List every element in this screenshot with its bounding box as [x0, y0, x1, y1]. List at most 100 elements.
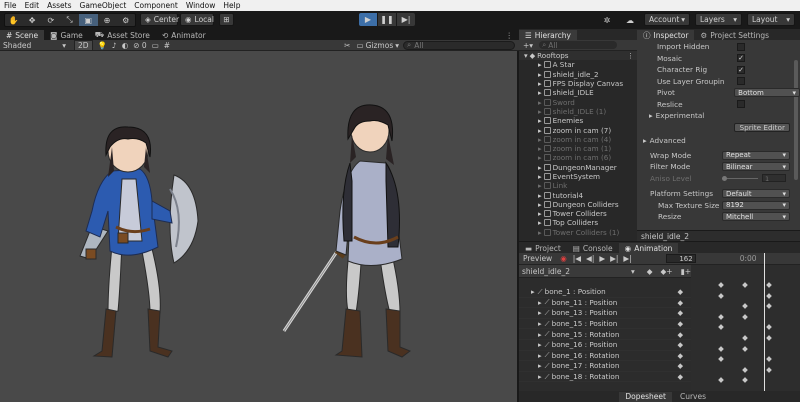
- keyframe-marker[interactable]: [718, 377, 724, 384]
- expand-arrow-icon[interactable]: ▸: [538, 79, 542, 88]
- aniso-slider[interactable]: [722, 175, 758, 181]
- expand-arrow-icon[interactable]: ▸: [538, 88, 542, 97]
- expand-arrow-icon[interactable]: ▸: [538, 60, 542, 69]
- import-setting-checkbox[interactable]: ✓: [737, 65, 745, 74]
- keyframe-marker[interactable]: [766, 282, 772, 288]
- tab-inspector[interactable]: ⓘ Inspector: [637, 30, 695, 40]
- camera-icon[interactable]: ▭: [152, 41, 159, 50]
- audio-icon[interactable]: ♪: [112, 41, 117, 50]
- expand-arrow-icon[interactable]: ▸: [538, 298, 542, 307]
- hierarchy-item[interactable]: ▸ Tower Colliders: [519, 209, 637, 218]
- add-key-icon[interactable]: ◆: [677, 361, 683, 370]
- expand-arrow-icon[interactable]: ▸: [538, 107, 542, 116]
- keyframe-marker[interactable]: [742, 366, 748, 373]
- rotate-tool-icon[interactable]: ⟳: [41, 14, 60, 26]
- expand-arrow-icon[interactable]: ▸: [538, 135, 542, 144]
- add-event-icon[interactable]: ◆+: [661, 267, 673, 276]
- menu-edit[interactable]: Edit: [21, 1, 44, 10]
- expand-arrow-icon[interactable]: ▸: [538, 172, 542, 181]
- step-button[interactable]: ▶|: [397, 13, 415, 26]
- tab-game[interactable]: ◙ Game: [44, 30, 89, 40]
- effects-icon[interactable]: ◐: [122, 41, 129, 50]
- lighting-icon[interactable]: 💡: [98, 41, 107, 50]
- hierarchy-item[interactable]: ▸ Sword: [519, 97, 637, 107]
- keyframe-marker[interactable]: [742, 345, 748, 352]
- expand-arrow-icon[interactable]: ▸: [538, 228, 542, 237]
- experimental-foldout[interactable]: ▸ Experimental: [637, 110, 800, 122]
- hidden-objects-icon[interactable]: ⊘ 0: [133, 41, 146, 50]
- expand-arrow-icon[interactable]: ▸: [538, 98, 542, 107]
- hierarchy-item[interactable]: ▸ zoom in cam (7): [519, 125, 637, 135]
- pause-button[interactable]: ❚❚: [378, 13, 396, 26]
- more-icon[interactable]: ⋮: [627, 51, 634, 60]
- keyframe-marker[interactable]: [742, 335, 748, 341]
- animation-property-row[interactable]: ▸ ⟋ bone_13 : Position ◆: [519, 308, 691, 319]
- expand-arrow-icon[interactable]: ▸: [538, 308, 542, 317]
- tab-dopesheet[interactable]: Dopesheet: [619, 391, 672, 402]
- tab-animator[interactable]: ⟲ Animator: [156, 30, 212, 40]
- scene-search-input[interactable]: ⌕ All: [403, 40, 515, 50]
- expand-arrow-icon[interactable]: ▸: [538, 70, 542, 79]
- panel-menu-icon[interactable]: ⋮: [500, 30, 520, 40]
- record-icon[interactable]: ◉: [560, 254, 567, 263]
- keyframe-marker[interactable]: [718, 324, 724, 331]
- add-key-icon[interactable]: ◆: [677, 340, 683, 349]
- character-sword-grey[interactable]: [282, 104, 412, 358]
- expand-arrow-icon[interactable]: ▸: [538, 330, 542, 339]
- first-key-icon[interactable]: |◀: [573, 254, 581, 263]
- keyframe-marker[interactable]: [718, 282, 724, 288]
- hierarchy-item[interactable]: ▸ Dungeon Colliders: [519, 200, 637, 209]
- keyframe-marker[interactable]: [718, 356, 724, 363]
- import-setting-checkbox[interactable]: [737, 77, 745, 86]
- keyframe-marker[interactable]: [766, 324, 772, 331]
- menu-gameobject[interactable]: GameObject: [76, 1, 131, 10]
- hierarchy-item[interactable]: ▸ Enemies: [519, 116, 637, 125]
- expand-arrow-icon[interactable]: ▸: [538, 200, 542, 209]
- reslice-checkbox[interactable]: [737, 100, 745, 109]
- animation-property-row[interactable]: ▸ ⟋ bone_16 : Position ◆: [519, 340, 691, 351]
- expand-arrow-icon[interactable]: ▸: [531, 287, 535, 296]
- aniso-slider-handle[interactable]: [722, 175, 727, 181]
- animation-property-row[interactable]: ▸ ⟋ bone_15 : Position ◆: [519, 319, 691, 330]
- menu-assets[interactable]: Assets: [43, 1, 75, 10]
- layers-dropdown[interactable]: Layers ▾: [695, 13, 742, 26]
- hierarchy-item[interactable]: ▸ shield_IDLE (1): [519, 107, 637, 116]
- menu-component[interactable]: Component: [130, 1, 182, 10]
- max-texture-dropdown[interactable]: 8192 ▾: [722, 200, 790, 210]
- pivot-toggle[interactable]: ◈ Center: [140, 13, 179, 26]
- scene-viewport[interactable]: [0, 51, 517, 402]
- collab-icon[interactable]: ✲: [601, 14, 613, 26]
- expand-arrow-icon[interactable]: ▸: [538, 209, 542, 218]
- add-key-icon[interactable]: ◆: [677, 351, 683, 360]
- keyframe-marker[interactable]: [718, 313, 724, 320]
- menu-help[interactable]: Help: [219, 1, 244, 10]
- frame-field[interactable]: 162: [665, 254, 696, 263]
- animation-property-row[interactable]: ▸ ⟋ bone_15 : Rotation ◆: [519, 329, 691, 340]
- expand-arrow-icon[interactable]: ▸: [538, 126, 542, 135]
- expand-arrow-icon[interactable]: ▸: [538, 163, 542, 172]
- shading-dropdown[interactable]: Shaded ▾: [0, 41, 66, 50]
- tab-project-settings[interactable]: ⚙ Project Settings: [694, 30, 775, 40]
- keyframe-marker[interactable]: [742, 282, 748, 288]
- preview-toggle[interactable]: Preview: [519, 254, 556, 264]
- hierarchy-item[interactable]: ▸ Link: [519, 181, 637, 190]
- import-setting-checkbox[interactable]: ✓: [737, 54, 745, 63]
- tab-animation[interactable]: ◉ Animation: [618, 243, 679, 253]
- keyframe-marker[interactable]: [766, 303, 772, 310]
- hand-tool-icon[interactable]: ✋: [5, 14, 23, 26]
- add-key-icon[interactable]: ◆: [677, 372, 683, 381]
- anim-play-icon[interactable]: ▶: [599, 254, 605, 263]
- timeline-playhead[interactable]: [764, 253, 765, 391]
- keyframe-marker[interactable]: [742, 377, 748, 384]
- tab-asset-store[interactable]: ⛟ Asset Store: [89, 30, 156, 40]
- create-plus-icon[interactable]: +▾: [523, 41, 533, 50]
- clip-dropdown[interactable]: shield_idle_2 ▾: [519, 267, 635, 276]
- hierarchy-item[interactable]: ▸ FPS Display Canvas: [519, 79, 637, 88]
- hierarchy-item[interactable]: ▸ zoom in cam (4): [519, 135, 637, 144]
- filter-mode-dropdown[interactable]: Bilinear ▾: [722, 162, 790, 172]
- tab-scene[interactable]: # Scene: [0, 30, 45, 40]
- hierarchy-item[interactable]: ▸ zoom in cam (6): [519, 153, 637, 162]
- animation-property-row[interactable]: ▸ ⟋ bone_11 : Position ◆: [519, 297, 691, 309]
- account-dropdown[interactable]: Account ▾: [644, 13, 690, 26]
- tools-icon[interactable]: ✂: [344, 41, 350, 50]
